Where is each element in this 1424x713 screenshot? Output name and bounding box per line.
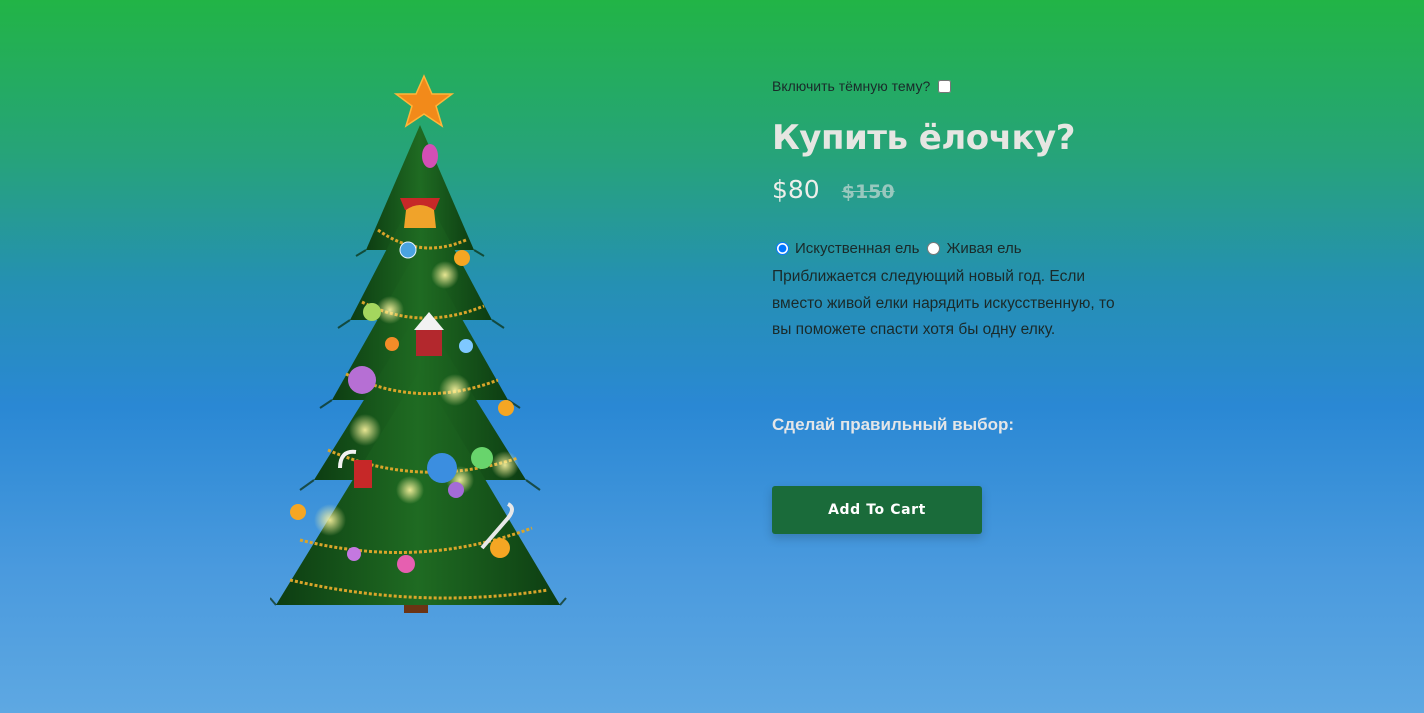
christmas-tree-image — [270, 70, 570, 618]
product-description: Приближается следующий новый год. Если в… — [772, 268, 1115, 338]
option-live-label: Живая ель — [946, 240, 1022, 257]
page-title: Купить ёлочку? — [772, 118, 1075, 158]
christmas-tree-icon — [270, 74, 567, 613]
option-live-tree[interactable]: Живая ель — [923, 240, 1022, 257]
option-artificial-label: Искуственная ель — [795, 240, 920, 257]
price-current: $80 — [772, 175, 820, 204]
radio-live-tree[interactable] — [927, 242, 941, 255]
dark-theme-checkbox[interactable] — [938, 79, 952, 93]
add-to-cart-button[interactable]: Add To Cart — [772, 486, 982, 534]
radio-artificial-tree[interactable] — [776, 242, 789, 255]
option-artificial-tree[interactable]: Искуственная ель — [772, 240, 919, 257]
star-icon — [393, 74, 455, 128]
cta-label: Сделай правильный выбор: — [772, 415, 1015, 434]
price-old: $150 — [841, 181, 895, 203]
dark-theme-toggle[interactable]: Включить тёмную тему? — [772, 78, 952, 94]
tree-type-options: Искуственная ель Живая ель — [772, 240, 1022, 257]
dark-theme-label: Включить тёмную тему? — [772, 78, 931, 94]
price-row: $80 $150 — [772, 175, 895, 204]
